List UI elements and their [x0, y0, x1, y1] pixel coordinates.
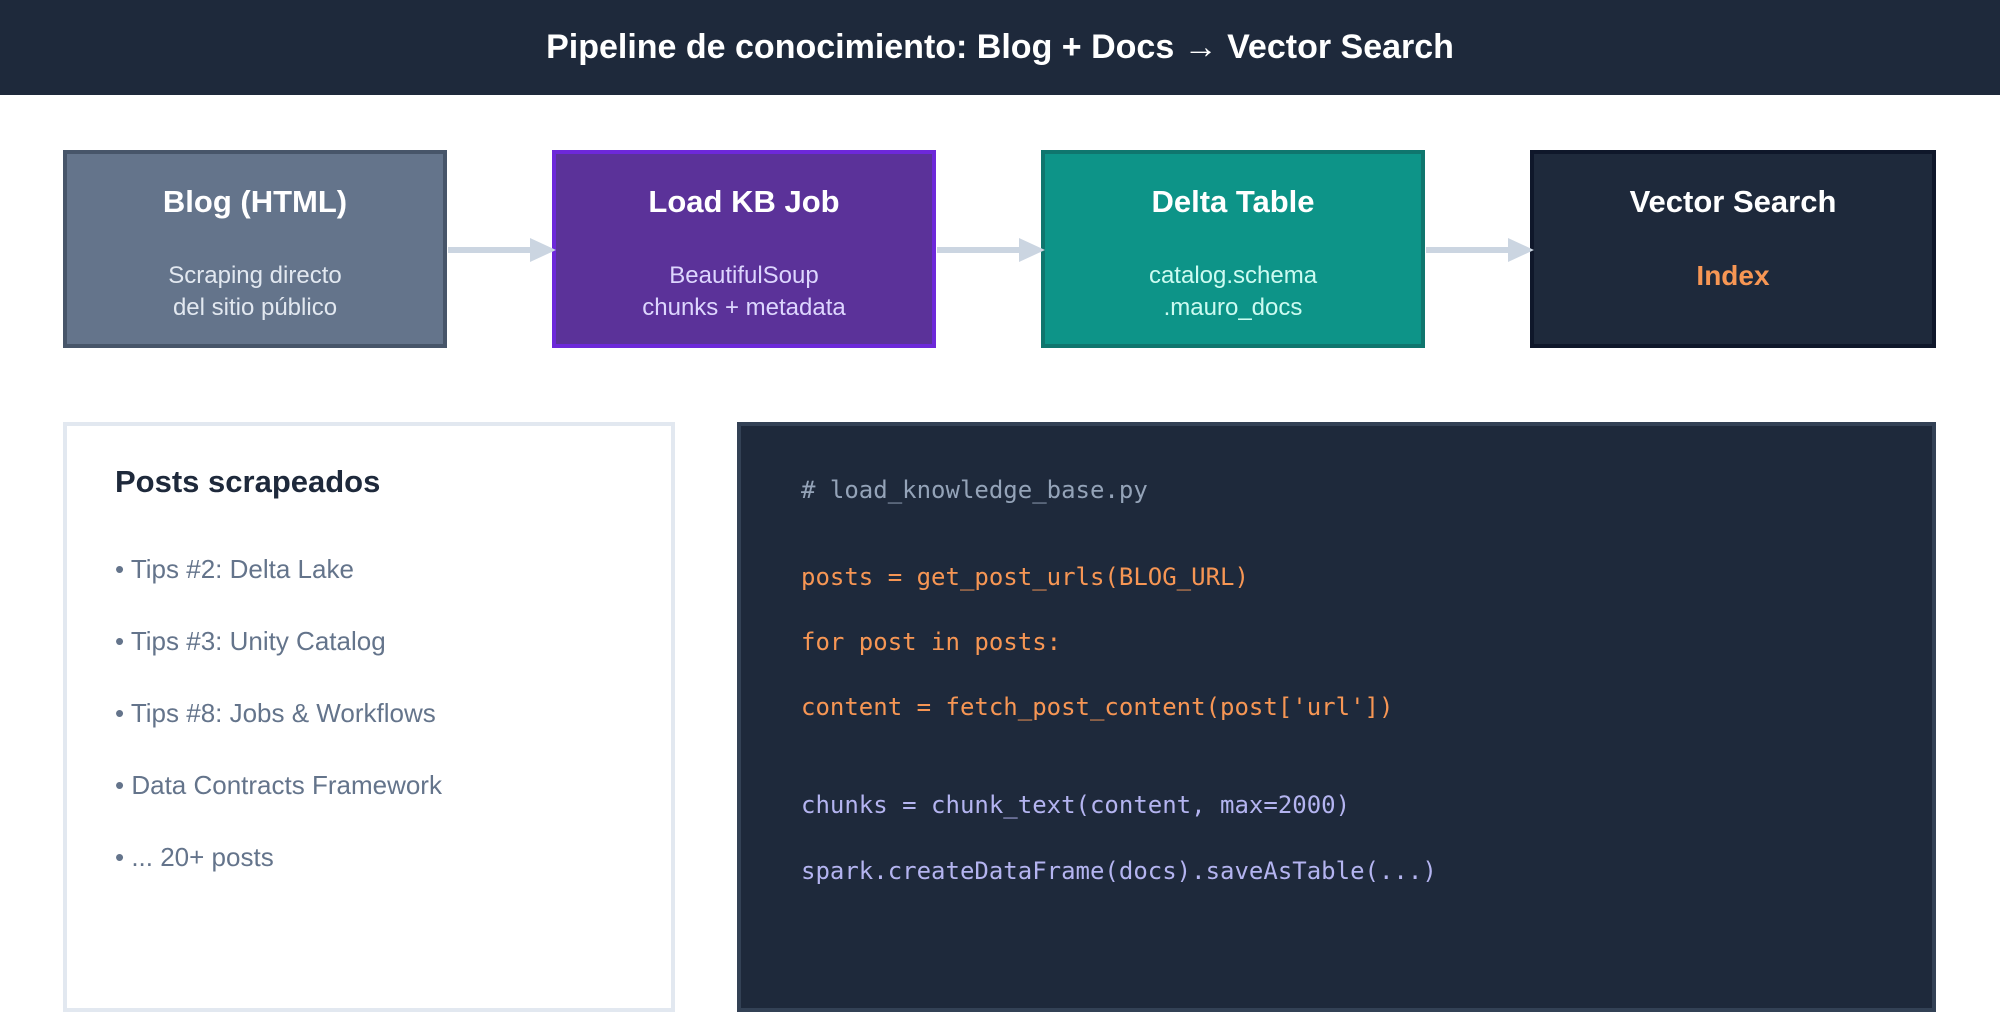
code-comment: # load_knowledge_base.py — [801, 476, 1148, 504]
node-title: Vector Search — [1629, 184, 1837, 219]
code-line: posts = get_post_urls(BLOG_URL) — [801, 563, 1249, 591]
node-description: catalog.schema .mauro_docs — [1045, 260, 1421, 324]
node-description: Scraping directo del sitio público — [67, 260, 443, 324]
node-description-line: catalog.schema — [1148, 262, 1318, 289]
node-description: BeautifulSoup chunks + metadata — [556, 260, 932, 324]
node-description-line: Scraping directo — [168, 262, 342, 289]
arrow-delta-to-vector — [1426, 238, 1534, 262]
vector-search-node: Vector Search Index — [1530, 150, 1936, 348]
code-line: for post in posts: — [801, 628, 1062, 656]
arrow-job-to-delta — [937, 238, 1045, 262]
node-title: Load KB Job — [648, 184, 840, 219]
posts-list: • Tips #2: Delta Lake • Tips #3: Unity C… — [115, 554, 442, 914]
node-title: Delta Table — [1151, 184, 1315, 219]
page-title: Pipeline de conocimiento: Blog + Docs → … — [546, 28, 1454, 66]
blog-html-node: Blog (HTML) Scraping directo del sitio p… — [63, 150, 447, 348]
node-description-line: chunks + metadata — [642, 294, 846, 321]
delta-table-node: Delta Table catalog.schema .mauro_docs — [1041, 150, 1425, 348]
page-header: Pipeline de conocimiento: Blog + Docs → … — [0, 0, 2000, 95]
posts-title: Posts scrapeados — [115, 464, 381, 499]
list-item: • Tips #8: Jobs & Workflows — [115, 698, 436, 728]
code-line: chunks = chunk_text(content, max=2000) — [801, 791, 1351, 819]
node-description-line: BeautifulSoup — [669, 262, 819, 289]
load-kb-job-node: Load KB Job BeautifulSoup chunks + metad… — [552, 150, 936, 348]
arrow-blog-to-job — [448, 238, 556, 262]
node-description-line: .mauro_docs — [1163, 294, 1303, 321]
code-line: spark.createDataFrame(docs).saveAsTable(… — [801, 857, 1437, 885]
list-item: • Tips #2: Delta Lake — [115, 554, 354, 584]
list-item: • Data Contracts Framework — [115, 770, 442, 800]
code-panel: # load_knowledge_base.py posts = get_pos… — [737, 422, 1936, 1012]
node-description-line: del sitio público — [172, 294, 338, 321]
node-accent-label: Index — [1696, 260, 1770, 291]
posts-panel: Posts scrapeados • Tips #2: Delta Lake •… — [63, 422, 675, 1012]
node-title: Blog (HTML) — [162, 184, 348, 219]
code-line: content = fetch_post_content(post['url']… — [801, 693, 1394, 721]
list-item: • ... 20+ posts — [115, 842, 274, 872]
list-item: • Tips #3: Unity Catalog — [115, 626, 386, 656]
